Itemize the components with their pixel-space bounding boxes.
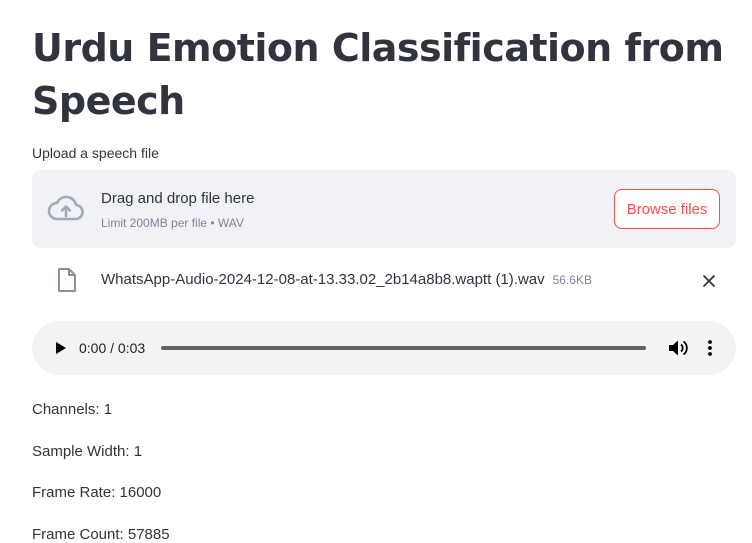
play-icon[interactable] — [52, 340, 68, 356]
more-options-icon[interactable] — [704, 338, 716, 358]
browse-files-button[interactable]: Browse files — [614, 189, 720, 229]
volume-icon[interactable] — [668, 339, 688, 357]
file-dropzone[interactable]: Drag and drop file here Limit 200MB per … — [32, 170, 736, 248]
audio-player: 0:00 / 0:03 — [32, 321, 736, 375]
upload-label: Upload a speech file — [32, 145, 159, 161]
file-size: 56.6KB — [552, 273, 592, 287]
sample-width-info: Sample Width: 1 — [32, 443, 143, 460]
file-icon — [58, 268, 76, 292]
dropzone-instructions: Drag and drop file here — [101, 190, 255, 207]
frame-count-info: Frame Count: 57885 — [32, 526, 170, 543]
audio-progress-bar[interactable] — [161, 346, 646, 350]
page-title: Urdu Emotion Classification from Speech — [32, 26, 724, 123]
dropzone-limit: Limit 200MB per file • WAV — [101, 216, 244, 230]
close-icon — [703, 275, 715, 287]
uploaded-file-name: WhatsApp-Audio-2024-12-08-at-13.33.02_2b… — [101, 271, 592, 288]
audio-time: 0:00 / 0:03 — [79, 340, 146, 356]
cloud-upload-icon — [47, 195, 84, 221]
remove-file-button[interactable] — [698, 270, 720, 292]
file-name-text: WhatsApp-Audio-2024-12-08-at-13.33.02_2b… — [101, 271, 545, 288]
frame-rate-info: Frame Rate: 16000 — [32, 484, 162, 501]
channels-info: Channels: 1 — [32, 401, 113, 418]
uploaded-file-row: WhatsApp-Audio-2024-12-08-at-13.33.02_2b… — [32, 262, 736, 300]
